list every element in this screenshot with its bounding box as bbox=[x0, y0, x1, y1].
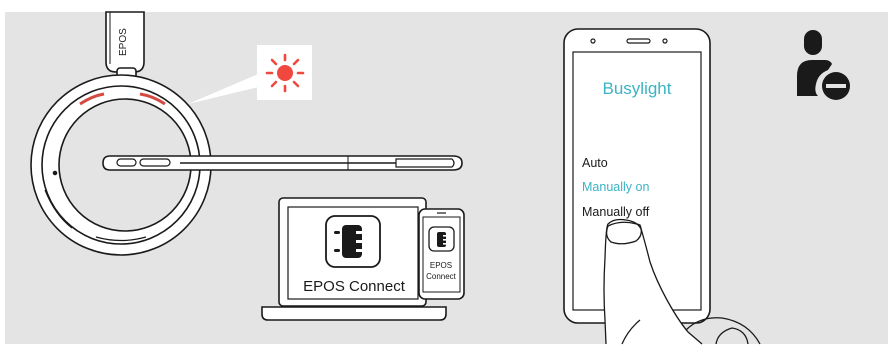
boom-microphone bbox=[102, 155, 463, 171]
headband: EPOS bbox=[105, 11, 145, 83]
phone-app-name-line1: EPOS bbox=[430, 261, 452, 270]
option-manually-on[interactable]: Manually on bbox=[582, 180, 649, 194]
user-busy-icon bbox=[797, 30, 850, 100]
epos-connect-app-icon bbox=[325, 215, 381, 268]
phone-speaker bbox=[626, 38, 651, 44]
busylight-icon bbox=[265, 53, 305, 93]
option-manually-off[interactable]: Manually off bbox=[582, 205, 650, 219]
option-auto[interactable]: Auto bbox=[582, 156, 608, 170]
phone-app-name-line2: Connect bbox=[426, 272, 457, 281]
busylight-callout-pointer bbox=[188, 72, 263, 104]
headband-brand-label: EPOS bbox=[118, 28, 129, 56]
laptop-app-name: EPOS Connect bbox=[303, 278, 406, 295]
small-phone: EPOS Connect bbox=[418, 208, 465, 300]
phone-camera bbox=[590, 38, 596, 44]
epos-connect-app-icon bbox=[428, 226, 455, 252]
busylight-screen-title: Busylight bbox=[603, 79, 672, 98]
busylight-instruction-illustration: EPOS EPOS Connect EPOS Connect Busylight… bbox=[30, 11, 850, 345]
busylight-callout bbox=[257, 45, 312, 100]
